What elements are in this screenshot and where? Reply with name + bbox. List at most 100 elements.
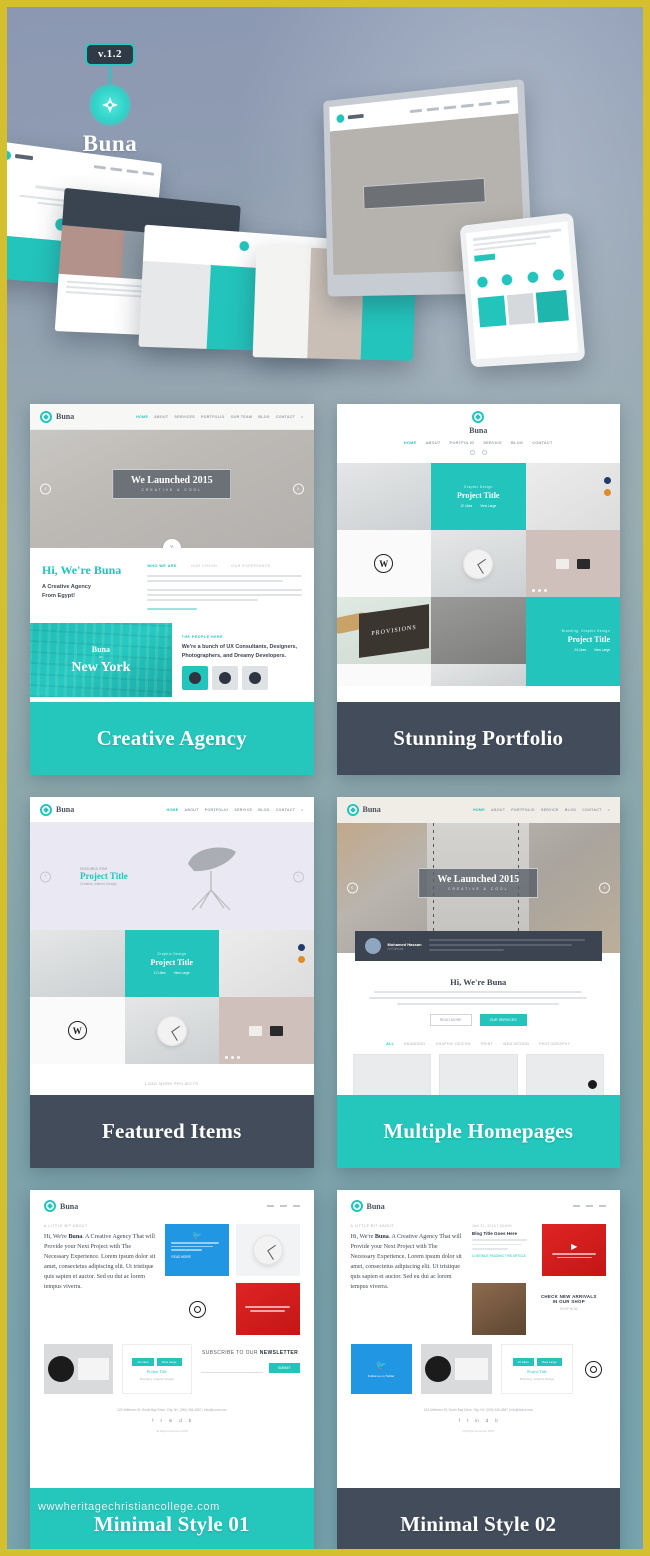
about-buttons[interactable]: READ MORE OUR SERVICES	[363, 1014, 595, 1026]
nav-item-service[interactable]: SERVICE	[541, 808, 559, 812]
project-view-button[interactable]: View Large	[156, 1357, 182, 1366]
read-more-button[interactable]: READ MORE	[429, 1014, 472, 1026]
header-icons[interactable]	[337, 450, 621, 455]
main-nav[interactable]: HOME ABOUT SERVICES PORTFOLIO OUR TEAM B…	[136, 415, 303, 419]
facebook-icon[interactable]: f	[152, 1418, 153, 1423]
hamburger-menu-icon[interactable]	[573, 1205, 606, 1207]
behance-icon[interactable]: b	[189, 1418, 192, 1423]
project-buttons[interactable]: 12 Likes View Large	[512, 1357, 562, 1366]
chevron-left-icon[interactable]: ‹	[40, 483, 51, 495]
nav-item-service[interactable]: SERVICE	[483, 441, 502, 445]
search-icon[interactable]: ⌕	[301, 808, 303, 812]
nav-item-our-team[interactable]: OUR TEAM	[231, 415, 253, 419]
main-nav[interactable]: HOME ABOUT PORTFOLIO SERVICE BLOG CONTAC…	[337, 441, 621, 445]
nav-item-home[interactable]: HOME	[136, 415, 148, 419]
read-more-link[interactable]	[147, 608, 197, 610]
portfolio-tile[interactable]	[336, 463, 431, 530]
portfolio-tile[interactable]	[431, 530, 526, 597]
video-promo-card[interactable]: ▶	[542, 1224, 606, 1276]
project-tile[interactable]: 12 Likes View Large Project Title Brandi…	[122, 1344, 192, 1394]
cart-icon[interactable]	[481, 450, 487, 455]
panel-minimal-style-01[interactable]: Buna A LITTLE BIT ABOUT Hi, We're Buna. …	[30, 1190, 314, 1549]
twitter-card[interactable]: 🐦 READ MORE	[165, 1224, 229, 1276]
filter-photography[interactable]: PHOTOGRAPHY	[539, 1042, 570, 1046]
project-tile[interactable]: 12 Likes View Large Project Title Brandi…	[501, 1344, 573, 1394]
filter-branding[interactable]: BRANDING	[404, 1042, 425, 1046]
panel-multiple-homepages[interactable]: Buna HOME ABOUT PORTFOLIO SERVICE BLOG C…	[336, 797, 620, 1168]
nav-item-about[interactable]: ABOUT	[154, 415, 168, 419]
clock-tile[interactable]	[235, 1224, 300, 1276]
portfolio-tile[interactable]: PROVISIONS	[336, 597, 431, 664]
filter-all[interactable]: ALL	[386, 1042, 394, 1046]
portfolio-tile[interactable]	[219, 997, 314, 1064]
nav-item-contact[interactable]: CONTACT	[582, 808, 601, 812]
portfolio-thumb[interactable]	[439, 1054, 518, 1095]
nav-item-blog[interactable]: BLOG	[258, 808, 270, 812]
nav-item-about[interactable]: ABOUT	[184, 808, 198, 812]
play-icon[interactable]: ▶	[571, 1242, 577, 1251]
twitter-more-link[interactable]: READ MORE	[171, 1255, 223, 1259]
chevron-right-icon[interactable]: ›	[599, 882, 610, 894]
main-nav[interactable]: HOME ABOUT PORTFOLIO SERVICE BLOG CONTAC…	[166, 808, 303, 812]
linkedin-icon[interactable]: in	[475, 1418, 479, 1423]
arrivals-link[interactable]: SHOP NOW	[532, 1307, 606, 1311]
nav-item-blog[interactable]: BLOG	[258, 415, 270, 419]
portfolio-tile[interactable]: W	[336, 530, 431, 597]
vinyl-tile[interactable]	[44, 1344, 114, 1394]
nav-item-portfolio[interactable]: PORTFOLIO	[201, 415, 225, 419]
newsletter-submit-button[interactable]: SUBMIT	[268, 1363, 300, 1373]
promo-card[interactable]	[235, 1283, 300, 1335]
portfolio-tile-featured[interactable]: Graphic Design Project Title 12 Likes Vi…	[431, 463, 526, 530]
nav-item-contact[interactable]: CONTACT	[276, 415, 295, 419]
carousel-dots[interactable]	[225, 1056, 240, 1059]
chevron-right-icon[interactable]: ›	[292, 871, 304, 882]
hamburger-menu-icon[interactable]	[266, 1205, 300, 1207]
tab-who-we-are[interactable]: WHO WE ARE	[147, 564, 176, 568]
chevron-right-icon[interactable]: ›	[292, 483, 304, 495]
nav-item-portfolio[interactable]: PORTFOLIO	[449, 441, 474, 445]
carousel-dots[interactable]	[531, 589, 547, 592]
portfolio-tile[interactable]	[124, 997, 219, 1064]
load-more-button[interactable]: LOAD MORE PROJECTS	[30, 1064, 314, 1095]
panel-minimal-style-02[interactable]: Buna A LITTLE BIT ABOUT Hi, We're Buna. …	[336, 1190, 621, 1549]
arrivals-block[interactable]: CHECK NEW ARRIVALS IN OUR SHOP SHOP NOW	[471, 1283, 606, 1335]
social-links[interactable]: f t in d b	[30, 1418, 314, 1423]
panel-creative-agency[interactable]: Buna HOME ABOUT SERVICES PORTFOLIO OUR T…	[30, 404, 314, 775]
panel-featured-items[interactable]: Buna HOME ABOUT PORTFOLIO SERVICE BLOG C…	[30, 797, 314, 1168]
search-icon[interactable]: ⌕	[301, 415, 303, 419]
filter-web-design[interactable]: WEB DESIGN	[503, 1042, 529, 1046]
logo-tile[interactable]	[582, 1344, 606, 1394]
portfolio-thumb[interactable]	[525, 1054, 604, 1095]
project-buttons[interactable]: 12 Likes View Large	[132, 1357, 182, 1366]
project-likes-button[interactable]: 12 Likes	[132, 1357, 154, 1366]
chevron-left-icon[interactable]: ‹	[40, 871, 51, 882]
behance-icon[interactable]: b	[495, 1418, 498, 1423]
tab-our-vision[interactable]: OUR VISION	[191, 564, 217, 568]
portfolio-tile[interactable]	[431, 664, 526, 686]
nav-item-services[interactable]: SERVICES	[174, 415, 195, 419]
project-view-button[interactable]: View Large	[536, 1357, 562, 1366]
nav-item-service[interactable]: SERVICE	[234, 808, 252, 812]
social-links[interactable]: f t in d b	[337, 1418, 621, 1423]
filter-graphic-design[interactable]: GRAPHIC DESIGN	[435, 1042, 470, 1046]
portfolio-tile[interactable]	[525, 530, 620, 597]
blog-read-more-link[interactable]: CONTINUE READING THIS ARTICLE	[472, 1254, 532, 1258]
nav-item-home[interactable]: HOME	[404, 441, 417, 445]
newsletter-form[interactable]: SUBMIT	[200, 1363, 300, 1373]
nav-item-home[interactable]: HOME	[166, 808, 178, 812]
portfolio-tile[interactable]	[30, 930, 125, 997]
nav-item-portfolio[interactable]: PORTFOLIO	[205, 808, 229, 812]
nav-item-blog[interactable]: BLOG	[565, 808, 577, 812]
portfolio-tile[interactable]	[336, 664, 431, 686]
portfolio-thumb[interactable]	[352, 1054, 431, 1095]
chevron-left-icon[interactable]: ‹	[346, 882, 358, 894]
chevron-down-icon[interactable]: ˅	[162, 539, 181, 548]
nav-item-blog[interactable]: BLOG	[511, 441, 523, 445]
nav-item-about[interactable]: ABOUT	[425, 441, 440, 445]
nav-item-contact[interactable]: CONTACT	[532, 441, 552, 445]
search-icon[interactable]	[469, 450, 475, 455]
portfolio-tile[interactable]	[525, 463, 620, 530]
nav-item-home[interactable]: HOME	[473, 808, 485, 812]
search-icon[interactable]: ⌕	[608, 808, 610, 812]
dribbble-icon[interactable]: d	[486, 1418, 489, 1423]
